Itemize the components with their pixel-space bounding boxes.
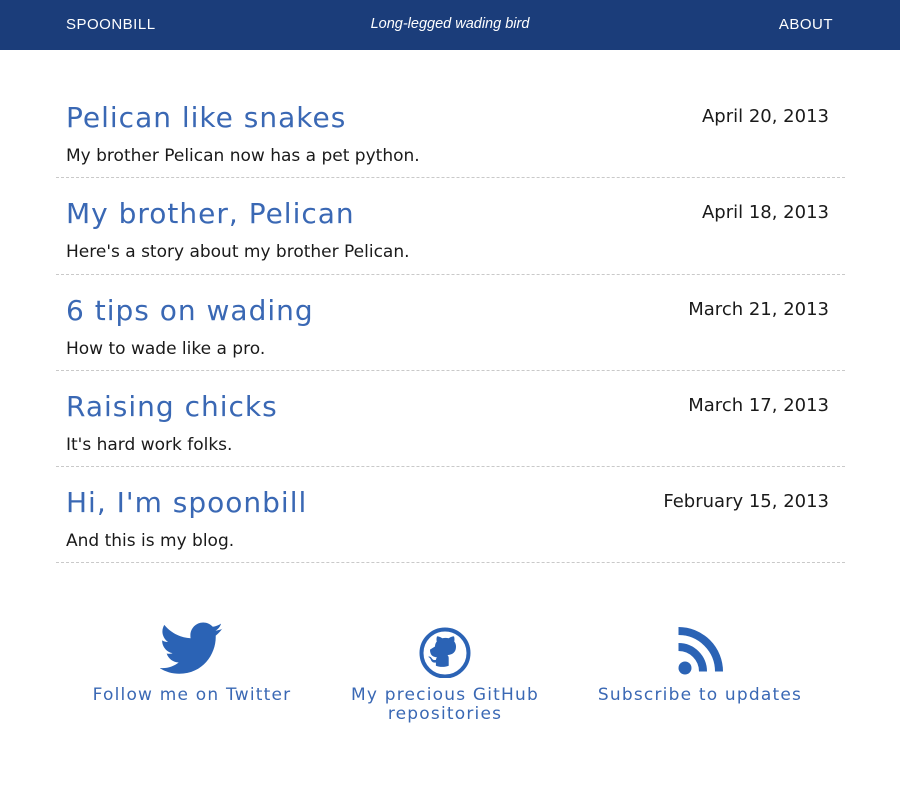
post-summary: And this is my blog. — [66, 531, 235, 551]
rss-link-label: Subscribe to updates — [597, 685, 803, 705]
post-date: April 18, 2013 — [701, 202, 829, 224]
post-date: March 21, 2013 — [688, 298, 829, 320]
twitter-link[interactable]: Follow me on Twitter — [82, 622, 302, 705]
post-date: April 20, 2013 — [701, 106, 829, 127]
post-item: Hi, I'm spoonbill February 15, 2013 And … — [56, 467, 845, 564]
twitter-link-label: Follow me on Twitter — [92, 685, 292, 705]
post-summary: It's hard work folks. — [66, 434, 233, 455]
post-title-link[interactable]: Raising chicks — [66, 390, 278, 423]
social-links: Follow me on Twitter My precious GitHub … — [0, 622, 900, 742]
post-title-link[interactable]: Hi, I'm spoonbill — [66, 486, 307, 519]
post-title-link[interactable]: My brother, Pelican — [66, 197, 355, 230]
post-title-link[interactable]: Pelican like snakes — [66, 101, 346, 134]
post-summary: How to wade like a pro. — [66, 338, 266, 359]
twitter-icon — [160, 622, 223, 674]
about-link[interactable]: ABOUT — [779, 16, 833, 33]
brand-link[interactable]: SPOONBILL — [66, 16, 156, 33]
post-item: My brother, Pelican April 18, 2013 Here'… — [56, 178, 845, 275]
post-summary: My brother Pelican now has a pet python. — [66, 146, 420, 166]
post-item: Pelican like snakes April 20, 2013 My br… — [56, 82, 845, 179]
post-date: March 17, 2013 — [688, 394, 829, 416]
github-link[interactable]: My precious GitHub repositories — [340, 622, 550, 724]
post-item: Raising chicks March 17, 2013 It's hard … — [56, 371, 845, 467]
github-icon — [419, 627, 471, 678]
rss-icon — [678, 627, 723, 675]
post-summary: Here's a story about my brother Pelican. — [66, 242, 410, 263]
post-title-link[interactable]: 6 tips on wading — [66, 294, 314, 327]
github-link-label-line1: My precious GitHub — [350, 685, 539, 705]
github-link-label-line2: repositories — [387, 704, 503, 724]
top-navigation-bar: SPOONBILL Long-legged wading bird ABOUT — [0, 0, 900, 50]
post-item: 6 tips on wading March 21, 2013 How to w… — [56, 275, 845, 371]
post-date: February 15, 2013 — [663, 491, 829, 512]
post-list: Pelican like snakes April 20, 2013 My br… — [56, 82, 845, 564]
rss-link[interactable]: Subscribe to updates — [588, 622, 812, 705]
